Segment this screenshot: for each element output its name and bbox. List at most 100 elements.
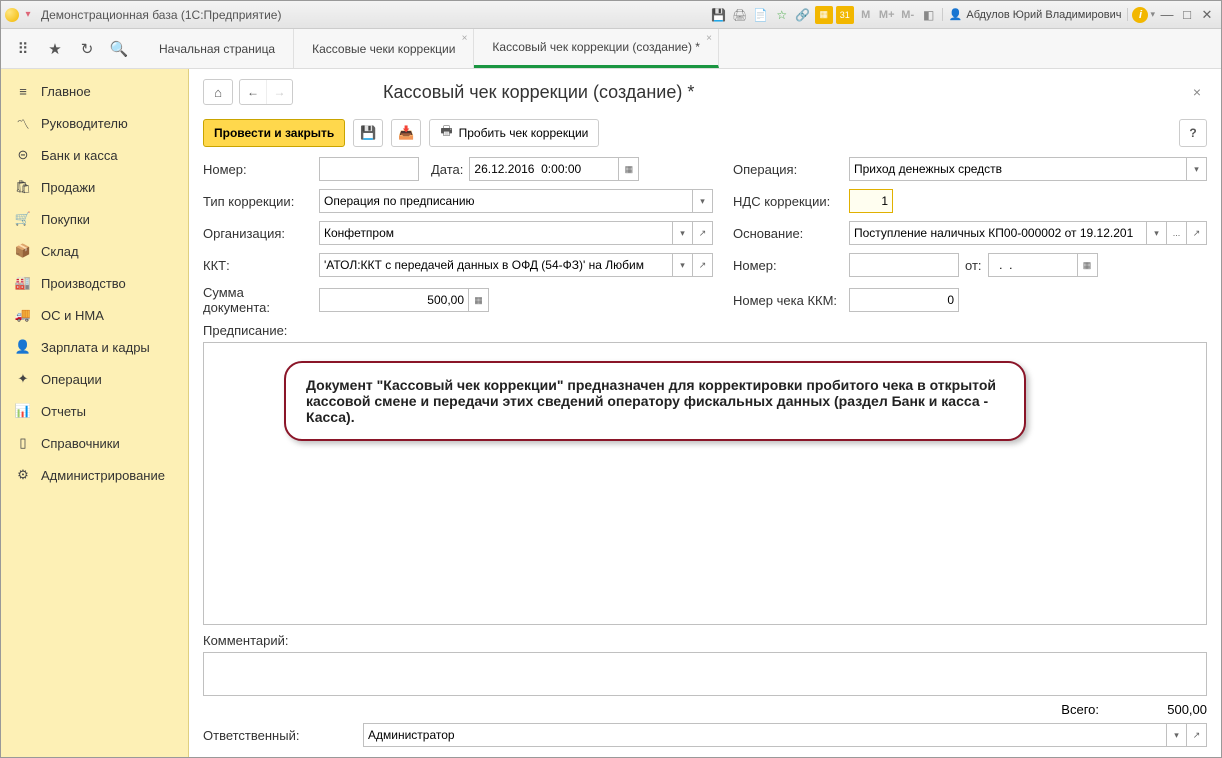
box-icon: 📦 bbox=[15, 243, 31, 259]
from-date-field[interactable] bbox=[988, 253, 1078, 277]
save-button[interactable]: 💾 bbox=[353, 119, 383, 147]
date-field[interactable] bbox=[469, 157, 619, 181]
org-field[interactable] bbox=[319, 221, 673, 245]
open-button[interactable]: ↗ bbox=[693, 253, 713, 277]
dropdown-button[interactable]: ▾ bbox=[1167, 723, 1187, 747]
sidebar-item-warehouse[interactable]: 📦Склад bbox=[1, 235, 188, 267]
label-total: Всего: bbox=[1061, 702, 1099, 717]
number2-field[interactable] bbox=[849, 253, 959, 277]
panels-icon[interactable]: ◧ bbox=[920, 6, 938, 24]
report-icon: 📊 bbox=[15, 403, 31, 419]
dropdown-button[interactable]: ▾ bbox=[1187, 157, 1207, 181]
number-field[interactable] bbox=[319, 157, 419, 181]
punch-check-button[interactable]: 🖶Пробить чек коррекции bbox=[429, 119, 599, 147]
user-badge[interactable]: 👤 Абдулов Юрий Владимирович bbox=[942, 8, 1129, 21]
more-button[interactable]: ... bbox=[1167, 221, 1187, 245]
link-icon[interactable]: 🔗 bbox=[794, 6, 812, 24]
sidebar-item-bank[interactable]: ⊝Банк и касса bbox=[1, 139, 188, 171]
operation-field[interactable] bbox=[849, 157, 1187, 181]
help-button[interactable]: ? bbox=[1179, 119, 1207, 147]
label-org: Организация: bbox=[203, 226, 313, 241]
print-icon[interactable]: 🖨 bbox=[731, 6, 749, 24]
home-button[interactable]: ⌂ bbox=[203, 79, 233, 105]
doc-sum-field[interactable] bbox=[319, 288, 469, 312]
factory-icon: 🏭 bbox=[15, 275, 31, 291]
tab-checks[interactable]: Кассовые чеки коррекции × bbox=[294, 29, 474, 68]
forward-button[interactable]: → bbox=[266, 80, 292, 104]
calc-icon[interactable]: ▦ bbox=[815, 6, 833, 24]
close-button[interactable]: ✕ bbox=[1197, 6, 1217, 24]
dropdown-icon[interactable]: ▾ bbox=[21, 8, 35, 22]
close-icon[interactable]: × bbox=[706, 33, 712, 44]
m-icon[interactable]: M bbox=[857, 6, 875, 24]
post-and-close-button[interactable]: Провести и закрыть bbox=[203, 119, 345, 147]
search-icon[interactable]: 🔍 bbox=[105, 35, 133, 63]
apps-icon[interactable]: ⠿ bbox=[9, 35, 37, 63]
m-plus-icon[interactable]: M+ bbox=[878, 6, 896, 24]
kkm-num-field[interactable] bbox=[849, 288, 959, 312]
info-drop-icon[interactable]: ▾ bbox=[1150, 9, 1155, 20]
sidebar-item-main[interactable]: ≡Главное bbox=[1, 75, 188, 107]
sidebar-item-reports[interactable]: 📊Отчеты bbox=[1, 395, 188, 427]
minimize-button[interactable]: — bbox=[1157, 6, 1177, 24]
star-icon[interactable]: ☆ bbox=[773, 6, 791, 24]
info-icon[interactable]: i bbox=[1132, 7, 1148, 23]
corr-type-field[interactable] bbox=[319, 189, 693, 213]
user-icon: 👤 bbox=[949, 8, 963, 21]
printer-icon: 🖶 bbox=[440, 122, 452, 144]
home-icon: ≡ bbox=[15, 83, 31, 99]
sidebar-item-assets[interactable]: 🚚ОС и НМА bbox=[1, 299, 188, 331]
calendar-icon[interactable]: 31 bbox=[836, 6, 854, 24]
coin-icon: ⊝ bbox=[15, 147, 31, 163]
comment-field[interactable] bbox=[203, 652, 1207, 696]
sidebar-item-manager[interactable]: 〽Руководителю bbox=[1, 107, 188, 139]
post-button[interactable]: 📥 bbox=[391, 119, 421, 147]
save-icon[interactable]: 💾 bbox=[710, 6, 728, 24]
truck-icon: 🚚 bbox=[15, 307, 31, 323]
doc-icon[interactable]: 📄 bbox=[752, 6, 770, 24]
bag-icon: 🛍 bbox=[15, 179, 31, 195]
titlebar-tools: 💾 🖨 📄 ☆ 🔗 ▦ 31 M M+ M- ◧ bbox=[710, 6, 938, 24]
open-button[interactable]: ↗ bbox=[1187, 723, 1207, 747]
dropdown-button[interactable]: ▾ bbox=[673, 221, 693, 245]
label-date: Дата: bbox=[431, 162, 463, 177]
date-picker-button[interactable]: ▦ bbox=[619, 157, 639, 181]
date-picker-button[interactable]: ▦ bbox=[1078, 253, 1098, 277]
open-button[interactable]: ↗ bbox=[1187, 221, 1207, 245]
open-button[interactable]: ↗ bbox=[693, 221, 713, 245]
gear-icon: ⚙ bbox=[15, 467, 31, 483]
sidebar-item-admin[interactable]: ⚙Администрирование bbox=[1, 459, 188, 491]
history-icon[interactable]: ↻ bbox=[73, 35, 101, 63]
tab-start[interactable]: Начальная страница bbox=[141, 29, 294, 68]
sidebar-item-catalogs[interactable]: ▯Справочники bbox=[1, 427, 188, 459]
vat-field[interactable] bbox=[849, 189, 893, 213]
sidebar-item-operations[interactable]: ✦Операции bbox=[1, 363, 188, 395]
person-icon: 👤 bbox=[15, 339, 31, 355]
sidebar-item-purchases[interactable]: 🛒Покупки bbox=[1, 203, 188, 235]
user-name: Абдулов Юрий Владимирович bbox=[966, 9, 1121, 21]
kkt-field[interactable] bbox=[319, 253, 673, 277]
label-number: Номер: bbox=[203, 162, 313, 177]
label-doc-sum: Сумма документа: bbox=[203, 285, 313, 315]
sidebar-item-hr[interactable]: 👤Зарплата и кадры bbox=[1, 331, 188, 363]
sidebar-item-production[interactable]: 🏭Производство bbox=[1, 267, 188, 299]
close-icon[interactable]: × bbox=[462, 33, 468, 44]
back-button[interactable]: ← bbox=[240, 80, 266, 104]
dropdown-button[interactable]: ▾ bbox=[673, 253, 693, 277]
fav-icon[interactable]: ★ bbox=[41, 35, 69, 63]
ops-icon: ✦ bbox=[15, 371, 31, 387]
label-comment: Комментарий: bbox=[203, 633, 1207, 648]
m-minus-icon[interactable]: M- bbox=[899, 6, 917, 24]
maximize-button[interactable]: □ bbox=[1177, 6, 1197, 24]
calc-button[interactable]: ▦ bbox=[469, 288, 489, 312]
dropdown-button[interactable]: ▾ bbox=[1147, 221, 1167, 245]
basis-field[interactable] bbox=[849, 221, 1147, 245]
close-page-button[interactable]: × bbox=[1187, 82, 1207, 102]
sidebar-item-sales[interactable]: 🛍Продажи bbox=[1, 171, 188, 203]
page-title: Кассовый чек коррекции (создание) * bbox=[383, 82, 1177, 103]
tab-check-create[interactable]: Кассовый чек коррекции (создание) * × bbox=[474, 29, 719, 68]
responsible-field[interactable] bbox=[363, 723, 1167, 747]
dropdown-button[interactable]: ▾ bbox=[693, 189, 713, 213]
main-toolbar: ⠿ ★ ↻ 🔍 Начальная страница Кассовые чеки… bbox=[1, 29, 1221, 69]
prescription-field[interactable]: Документ "Кассовый чек коррекции" предна… bbox=[203, 342, 1207, 625]
